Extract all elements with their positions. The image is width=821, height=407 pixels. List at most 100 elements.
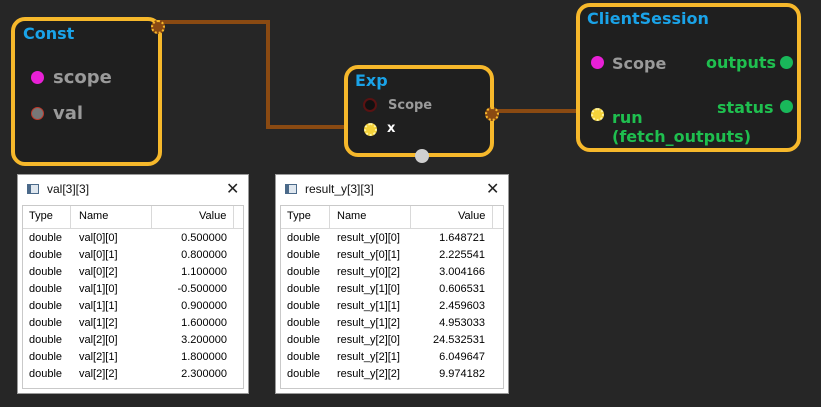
cell-name: result_y[1][1] [337, 300, 400, 312]
cell-name: result_y[2][0] [337, 334, 400, 346]
clientsession-run-label: run [612, 108, 643, 127]
table-row[interactable]: double result_y[2][0] 24.532531 [281, 333, 503, 350]
cell-name: result_y[1][0] [337, 283, 400, 295]
cell-value: 1.600000 [181, 317, 227, 329]
table-row[interactable]: double val[0][1] 0.800000 [23, 248, 243, 265]
table-row[interactable]: double result_y[0][2] 3.004166 [281, 265, 503, 282]
table-row[interactable]: double val[2][2] 2.300000 [23, 367, 243, 384]
result-y-window-titlebar[interactable]: result_y[3][3] ✕ [276, 175, 508, 204]
const-node[interactable]: Const scope val [11, 17, 165, 166]
result-y-window-title: result_y[3][3] [305, 182, 374, 196]
table-row[interactable]: double result_y[1][2] 4.953033 [281, 316, 503, 333]
exp-node[interactable]: Exp Scope x [344, 65, 499, 163]
cell-name: val[0][2] [79, 266, 118, 278]
table-row[interactable]: double result_y[1][0] 0.606531 [281, 282, 503, 299]
col-type[interactable]: Type [29, 210, 53, 222]
cell-type: double [287, 368, 321, 380]
cell-name: result_y[2][2] [337, 368, 400, 380]
result-y-window[interactable]: result_y[3][3] ✕ Type Name Value double r… [275, 174, 509, 394]
table-row[interactable]: double val[0][0] 0.500000 [23, 231, 243, 248]
cell-value: 3.004166 [439, 266, 485, 278]
clientsession-outputs-label: outputs [706, 53, 777, 72]
cell-value: 0.500000 [181, 232, 227, 244]
cell-name: val[0][0] [79, 232, 118, 244]
close-icon[interactable]: ✕ [486, 179, 499, 199]
table-row[interactable]: double result_y[1][1] 2.459603 [281, 299, 503, 316]
cell-name: result_y[0][2] [337, 266, 400, 278]
table-row[interactable]: double result_y[0][1] 2.225541 [281, 248, 503, 265]
clientsession-node-title: ClientSession [587, 9, 709, 28]
cell-type: double [29, 300, 63, 312]
cell-value: 4.953033 [439, 317, 485, 329]
cell-name: result_y[1][2] [337, 317, 400, 329]
cell-type: double [29, 334, 63, 346]
exp-scope-label: Scope [388, 98, 433, 113]
cell-value: 0.900000 [181, 300, 227, 312]
cell-type: double [29, 368, 63, 380]
wire-const-to-exp [158, 20, 362, 129]
cell-type: double [287, 283, 321, 295]
clientsession-run-port[interactable] [591, 108, 604, 121]
cell-type: double [29, 232, 63, 244]
table-row[interactable]: double result_y[2][1] 6.049647 [281, 350, 503, 367]
const-scope-label: scope [53, 67, 112, 88]
const-node-title: Const [23, 24, 75, 43]
col-name[interactable]: Name [337, 210, 366, 222]
cell-value: 2.459603 [439, 300, 485, 312]
table-row[interactable]: double val[1][1] 0.900000 [23, 299, 243, 316]
table-row[interactable]: double val[1][2] 1.600000 [23, 316, 243, 333]
const-out-port[interactable] [151, 20, 165, 34]
table-row[interactable]: double result_y[0][0] 1.648721 [281, 231, 503, 248]
cell-name: result_y[2][1] [337, 351, 400, 363]
clientsession-status-port[interactable] [780, 100, 793, 113]
col-name[interactable]: Name [79, 210, 108, 222]
window-icon [27, 184, 39, 194]
cell-value: 3.200000 [181, 334, 227, 346]
exp-x-label: x [387, 121, 396, 136]
exp-x-port[interactable] [364, 123, 377, 136]
cell-name: result_y[0][0] [337, 232, 400, 244]
result-y-table-header: Type Name Value [281, 206, 503, 229]
cell-type: double [29, 351, 63, 363]
close-icon[interactable]: ✕ [226, 179, 239, 199]
val-table[interactable]: Type Name Value double val[0][0] 0.500000 … [22, 205, 244, 389]
cell-type: double [287, 317, 321, 329]
exp-out-port[interactable] [485, 107, 499, 121]
exp-scope-port[interactable] [363, 98, 377, 112]
table-row[interactable]: double result_y[2][2] 9.974182 [281, 367, 503, 384]
const-scope-port[interactable] [31, 71, 44, 84]
cell-type: double [287, 300, 321, 312]
col-value[interactable]: Value [199, 210, 226, 222]
cell-value: 9.974182 [439, 368, 485, 380]
table-row[interactable]: double val[2][0] 3.200000 [23, 333, 243, 350]
cell-value: 1.800000 [181, 351, 227, 363]
result-y-table[interactable]: Type Name Value double result_y[0][0] 1.64… [280, 205, 504, 389]
table-row[interactable]: double val[1][0] -0.500000 [23, 282, 243, 299]
cell-type: double [287, 266, 321, 278]
cell-type: double [287, 249, 321, 261]
exp-bottom-port[interactable] [415, 149, 429, 163]
table-row[interactable]: double val[0][2] 1.100000 [23, 265, 243, 282]
table-row[interactable]: double val[2][1] 1.800000 [23, 350, 243, 367]
cell-name: val[2][1] [79, 351, 118, 363]
cell-type: double [287, 232, 321, 244]
clientsession-node[interactable]: ClientSession Scope outputs status run (… [576, 3, 801, 152]
clientsession-scope-port[interactable] [591, 56, 604, 69]
const-val-port[interactable] [31, 107, 44, 120]
clientsession-outputs-port[interactable] [780, 56, 793, 69]
col-type[interactable]: Type [287, 210, 311, 222]
cell-value: 0.800000 [181, 249, 227, 261]
cell-name: val[2][0] [79, 334, 118, 346]
cell-value: 6.049647 [439, 351, 485, 363]
cell-type: double [287, 351, 321, 363]
cell-name: val[1][2] [79, 317, 118, 329]
val-window-titlebar[interactable]: val[3][3] ✕ [18, 175, 248, 204]
val-table-rows: double val[0][0] 0.500000 double val[0][1] 0… [23, 231, 243, 384]
val-table-header: Type Name Value [23, 206, 243, 229]
cell-type: double [29, 283, 63, 295]
cell-value: -0.500000 [177, 283, 227, 295]
cell-name: val[1][1] [79, 300, 118, 312]
cell-name: val[1][0] [79, 283, 118, 295]
val-window[interactable]: val[3][3] ✕ Type Name Value double val[0]… [17, 174, 249, 394]
col-value[interactable]: Value [458, 210, 485, 222]
